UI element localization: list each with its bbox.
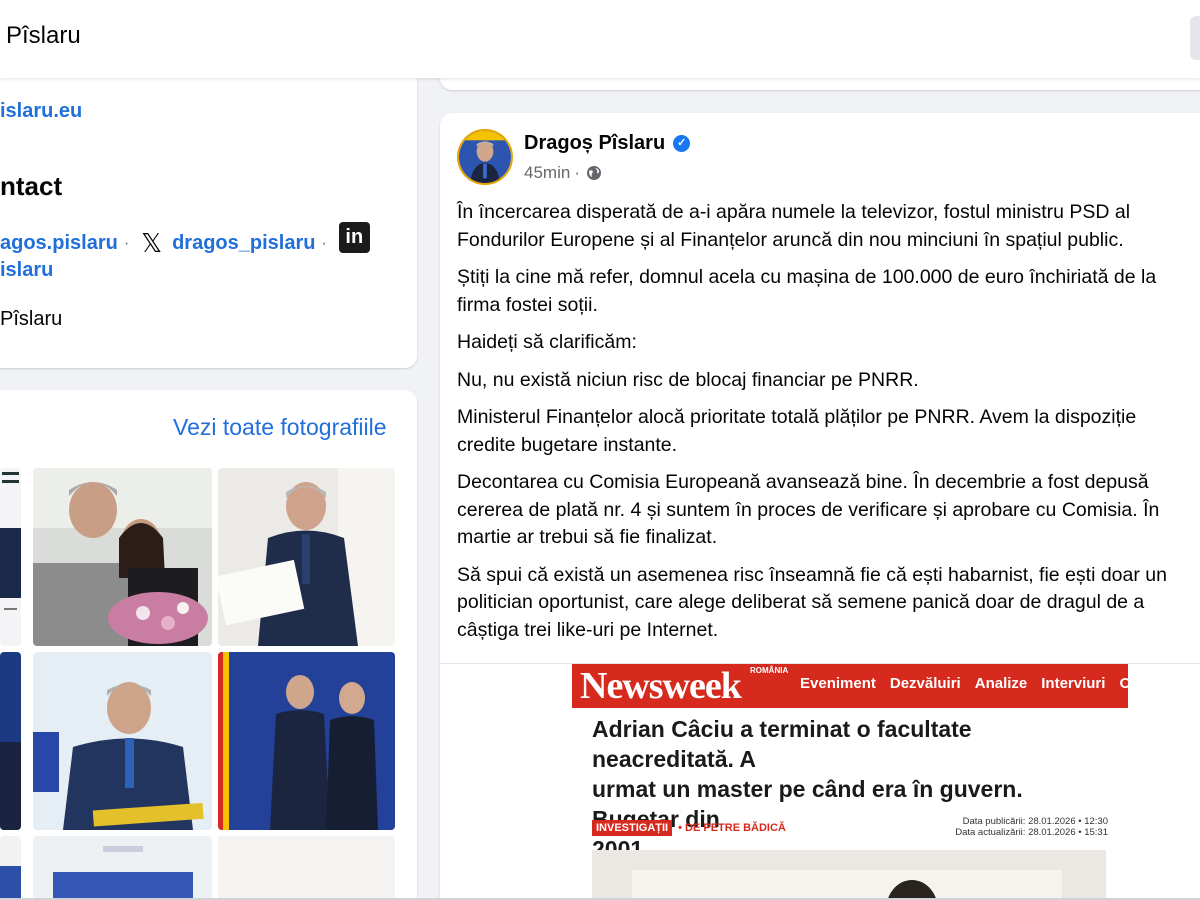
photo-thumbnail[interactable]	[33, 836, 212, 900]
newsweek-edition: ROMÂNIA	[750, 666, 789, 675]
post-author[interactable]: Dragoș Pîslaru ✓	[524, 132, 691, 155]
newsweek-logo: Newsweek	[580, 665, 742, 707]
category-tag: INVESTIGAȚII	[592, 820, 673, 836]
page-header: Pîslaru	[0, 0, 1200, 78]
nav-item: Opi	[1119, 675, 1128, 692]
post-paragraph: Ministerul Finanțelor alocă prioritate t…	[457, 406, 1137, 456]
photo-thumbnail[interactable]	[218, 468, 395, 646]
profile-name-text: Pîslaru	[0, 308, 63, 330]
globe-icon	[586, 166, 601, 180]
article-tag-row: INVESTIGAȚII • DE PETRE BĂDICĂ	[592, 820, 786, 836]
nav-item: Eveniment	[800, 675, 876, 692]
post-meta: 45min ·	[524, 163, 602, 183]
post-body: În încercarea disperată de a-i apăra num…	[457, 199, 1200, 654]
article-headline: Adrian Câciu a terminat o facultate neac…	[592, 716, 1023, 862]
photo-thumbnail[interactable]	[0, 836, 21, 900]
nav-item: Dezvăluiri	[889, 675, 961, 692]
post-author-name[interactable]: Dragoș Pîslaru	[524, 132, 665, 155]
x-handle-link[interactable]: dragos_pislaru	[172, 232, 315, 255]
x-logo-icon: 𝕏	[141, 228, 163, 259]
separator-dot: ·	[123, 234, 130, 252]
linkedin-icon: in	[338, 222, 370, 253]
post-paragraph: Decontarea cu Comisia Europeană avanseaz…	[457, 471, 1160, 548]
article-photo	[592, 850, 1106, 900]
post-paragraph: Nu, nu există niciun risc de blocaj fina…	[457, 368, 919, 391]
photo-thumbnail[interactable]	[218, 836, 395, 900]
separator-dot: ·	[321, 234, 327, 252]
published-date: Data publicării: 28.01.2026 • 12:30	[962, 816, 1108, 827]
photos-card: Vezi toate fotografiile	[0, 390, 417, 900]
header-action-button[interactable]	[1190, 16, 1200, 60]
post-paragraph: Știți la cine mă refer, domnul acela cu …	[457, 266, 1157, 316]
verified-badge-icon: ✓	[673, 135, 691, 152]
nav-item: Interviuri	[1041, 675, 1106, 692]
contact-heading: ntact	[0, 171, 63, 201]
photo-thumbnail[interactable]	[33, 468, 212, 646]
updated-date: Data actualizării: 28.01.2026 • 15:31	[955, 827, 1108, 838]
page-title: Pîslaru	[6, 22, 81, 49]
feed-post: Dragoș Pîslaru ✓ 45min · În încercarea d…	[440, 113, 1200, 900]
post-timestamp[interactable]: 45min	[524, 163, 570, 183]
author-avatar[interactable]	[457, 129, 513, 185]
facebook-handle-link[interactable]: agos.pislaru	[0, 232, 118, 255]
see-all-photos-link[interactable]: Vezi toate fotografiile	[173, 414, 387, 441]
photo-thumbnail[interactable]	[0, 652, 21, 830]
photo-thumbnail[interactable]	[0, 468, 21, 646]
newsweek-nav: Eveniment Dezvăluiri Analize Interviuri …	[800, 675, 1128, 692]
photo-thumbnail[interactable]	[33, 652, 212, 830]
article-dates: Data publicării: 28.01.2026 • 12:30 Data…	[955, 816, 1108, 838]
newsweek-nav-bar: Newsweek ROMÂNIA Eveniment Dezvăluiri An…	[572, 664, 1128, 708]
nav-item: Analize	[974, 675, 1028, 692]
separator-dot: ·	[574, 163, 580, 182]
post-paragraph: În încercarea disperată de a-i apăra num…	[457, 201, 1131, 251]
website-link[interactable]: islaru.eu	[0, 100, 82, 123]
post-paragraph: Să spui că există un asemenea risc însea…	[457, 563, 1167, 641]
intro-card: islaru.eu ntact agos.pislaru · 𝕏 dragos_…	[0, 60, 417, 368]
linkedin-handle-link[interactable]: islaru	[0, 259, 53, 282]
photo-thumbnail[interactable]	[218, 652, 395, 830]
post-image-article-screenshot[interactable]: Newsweek ROMÂNIA Eveniment Dezvăluiri An…	[572, 664, 1128, 900]
post-paragraph: Haideți să clarificăm:	[457, 331, 637, 353]
article-byline: • DE PETRE BĂDICĂ	[678, 822, 786, 834]
social-links-row: agos.pislaru · 𝕏 dragos_pislaru · in	[0, 222, 370, 259]
